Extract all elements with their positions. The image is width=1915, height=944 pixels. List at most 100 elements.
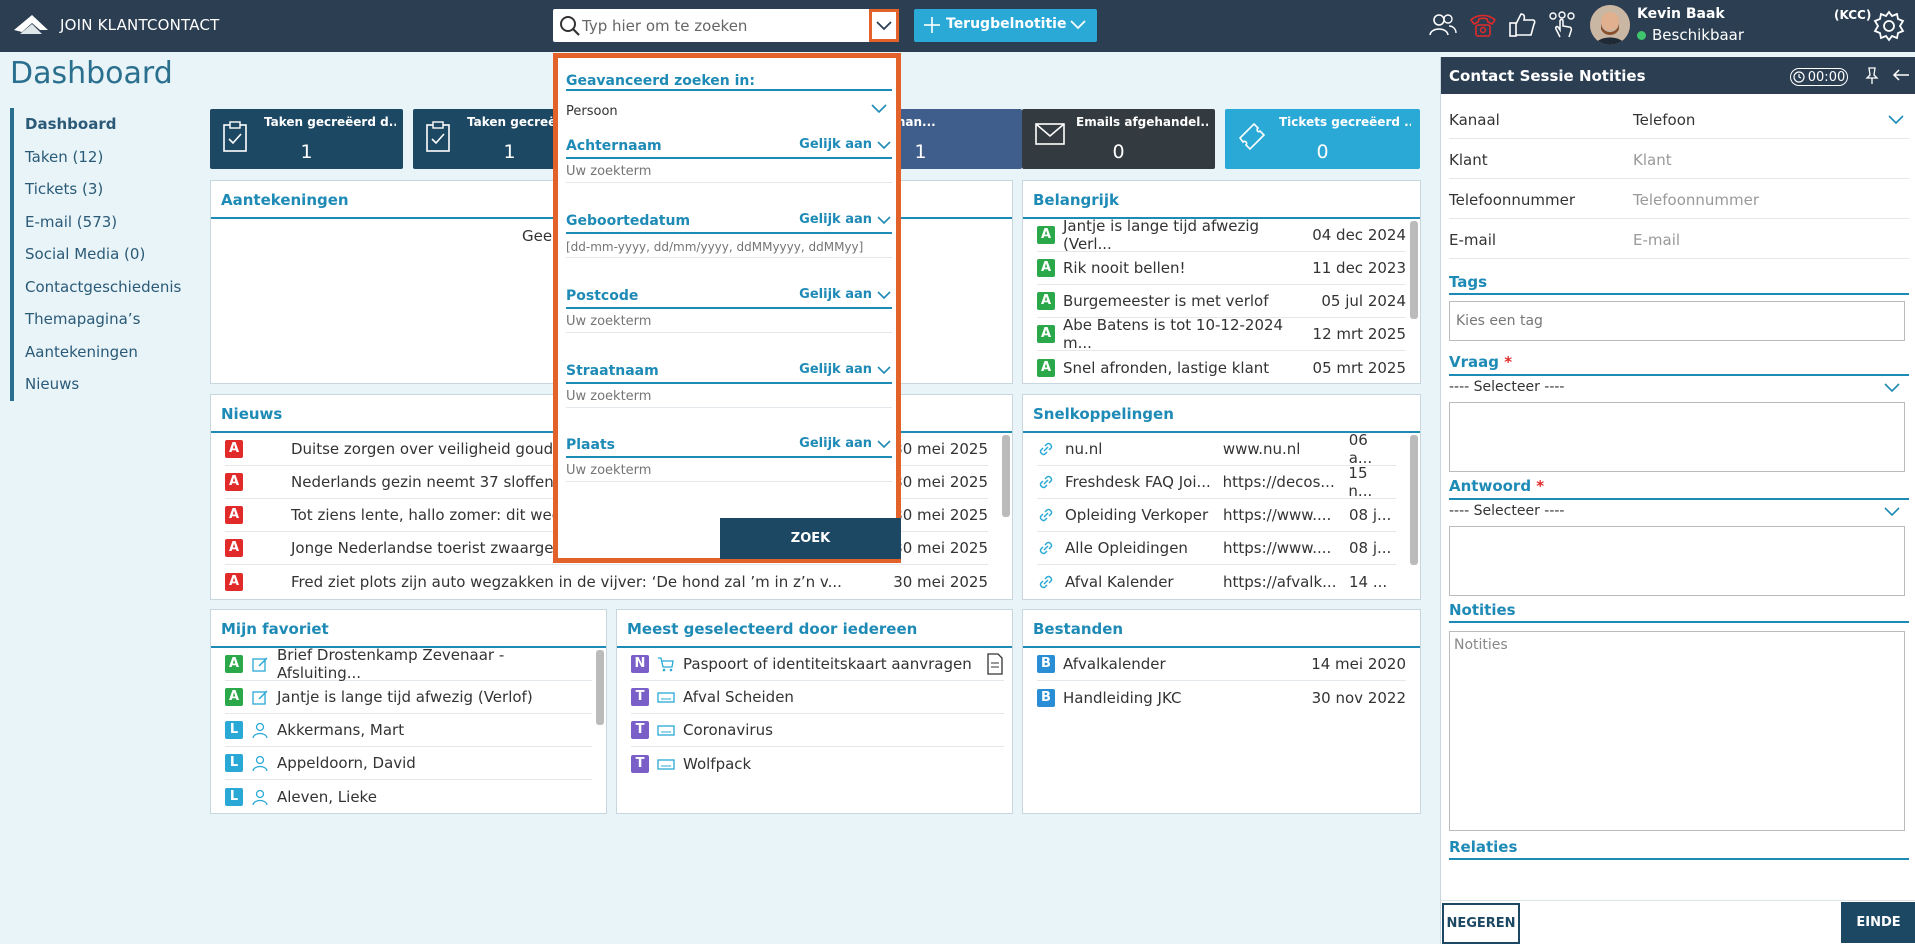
- nav-item-themapaginas[interactable]: Themapagina’s: [14, 303, 190, 336]
- nav-item-taken[interactable]: Taken (12): [14, 141, 190, 174]
- field-postcode: Postcode Gelijk aan: [566, 285, 892, 335]
- notities-textarea[interactable]: Notities: [1449, 631, 1905, 831]
- pointer-icon[interactable]: [1547, 10, 1577, 40]
- field-label: Klant: [1449, 151, 1488, 169]
- advanced-search-toggle[interactable]: [869, 9, 899, 42]
- antwoord-select[interactable]: ---- Selecteer ----: [1449, 503, 1905, 519]
- ignore-button[interactable]: NEGEREN: [1442, 903, 1520, 944]
- scrollbar[interactable]: [1002, 435, 1010, 517]
- straatnaam-input[interactable]: [566, 386, 892, 408]
- contacts-icon[interactable]: [1428, 10, 1458, 40]
- nav-item-email[interactable]: E-mail (573): [14, 206, 190, 239]
- thumbs-up-icon[interactable]: [1507, 10, 1537, 40]
- belangrijk-list: A Jantje is lange tijd afwezig (Verl... 04…: [1023, 217, 1420, 384]
- scrollbar[interactable]: [1410, 221, 1418, 319]
- list-item[interactable]: B Handleiding JKC 30 nov 2022: [1037, 681, 1406, 714]
- nav-item-dashboard[interactable]: Dashboard: [14, 108, 190, 141]
- vraag-textarea[interactable]: [1449, 402, 1905, 472]
- tags-input[interactable]: Kies een tag: [1449, 301, 1905, 341]
- kanaal-field[interactable]: Kanaal Telefoon: [1449, 99, 1909, 139]
- scrollbar[interactable]: [1410, 435, 1418, 565]
- item-title: Appeldoorn, David: [277, 754, 416, 772]
- field-geboortedatum: Geboortedatum Gelijk aan: [566, 210, 892, 260]
- postcode-input[interactable]: [566, 311, 892, 333]
- phone-icon[interactable]: [1468, 10, 1498, 40]
- chevron-down-icon: [1884, 383, 1900, 393]
- list-item[interactable]: A Jantje is lange tijd afwezig (Verl... 04…: [1037, 217, 1406, 253]
- item-title: Paspoort of identiteitskaart aanvragen: [683, 655, 972, 673]
- list-item[interactable]: T Coronavirus: [631, 714, 1004, 747]
- list-item[interactable]: nu.nl www.nu.nl 06 a...: [1037, 431, 1396, 467]
- list-item[interactable]: A Snel afronden, lastige klant 05 mrt 2025: [1037, 351, 1406, 384]
- end-button[interactable]: EINDE: [1841, 902, 1915, 943]
- operator-select[interactable]: Gelijk aan: [799, 287, 892, 302]
- list-item[interactable]: Opleiding Verkoper https://www.... 08 j...: [1037, 499, 1396, 532]
- user-avatar[interactable]: [1590, 5, 1630, 45]
- app-logo[interactable]: JOIN KLANTCONTACT: [12, 12, 219, 38]
- list-item[interactable]: A Brief Drostenkamp Zevenaar - Afsluiting…: [225, 646, 592, 682]
- nav-item-tickets[interactable]: Tickets (3): [14, 173, 190, 206]
- type-badge: A: [225, 655, 243, 673]
- search-input[interactable]: [582, 13, 862, 38]
- plaats-input[interactable]: [566, 460, 892, 482]
- gear-icon[interactable]: [1873, 10, 1905, 42]
- kpi-tile-tickets-created[interactable]: Tickets gecreëerd ... 0: [1225, 109, 1420, 169]
- chevron-down-icon: [1070, 20, 1086, 30]
- nav-item-contactgeschiedenis[interactable]: Contactgeschiedenis: [14, 271, 190, 304]
- timer-value: 00:00: [1807, 69, 1846, 85]
- list-item[interactable]: A Abe Batens is tot 10-12-2024 m... 12 mrt…: [1037, 316, 1406, 352]
- person-icon: [251, 721, 277, 739]
- item-url: https://decos...: [1222, 473, 1335, 491]
- operator-select[interactable]: Gelijk aan: [799, 362, 892, 377]
- kpi-tile-emails-handled[interactable]: Emails afgehandel... 0: [1022, 109, 1215, 169]
- list-item[interactable]: T Afval Scheiden: [631, 681, 1004, 714]
- list-item[interactable]: B Afvalkalender 14 mei 2020: [1037, 648, 1406, 681]
- list-item[interactable]: A Jantje is lange tijd afwezig (Verlof): [225, 681, 592, 714]
- list-item[interactable]: Afval Kalender https://afvalk... 14 ...: [1037, 565, 1396, 598]
- list-item[interactable]: T Wolfpack: [631, 747, 1004, 780]
- scrollbar[interactable]: [596, 650, 604, 725]
- email-field[interactable]: E-mail E-mail: [1449, 219, 1909, 259]
- item-title: Freshdesk FAQ Joi...: [1064, 473, 1211, 491]
- achternaam-input[interactable]: [566, 161, 892, 183]
- nav-item-aantekeningen[interactable]: Aantekeningen: [14, 336, 190, 369]
- list-item[interactable]: L Appeldoorn, David: [225, 747, 592, 780]
- search-submit-button[interactable]: ZOEK: [720, 518, 901, 559]
- pin-icon[interactable]: [1865, 67, 1879, 85]
- bestanden-list: B Afvalkalender 14 mei 2020 B Handleiding J…: [1023, 648, 1420, 714]
- klant-field[interactable]: Klant Klant: [1449, 139, 1909, 179]
- nav-item-nieuws[interactable]: Nieuws: [14, 368, 190, 401]
- document-icon[interactable]: [986, 653, 1004, 675]
- operator-select[interactable]: Gelijk aan: [799, 436, 892, 451]
- chevron-down-icon: [877, 439, 891, 448]
- operator-select[interactable]: Gelijk aan: [799, 212, 892, 227]
- antwoord-textarea[interactable]: [1449, 526, 1905, 596]
- vraag-select[interactable]: ---- Selecteer ----: [1449, 379, 1905, 395]
- antwoord-label-text: Antwoord: [1449, 477, 1532, 495]
- notities-placeholder: Notities: [1454, 637, 1508, 653]
- kpi-tile-tasks-created[interactable]: Taken gecreëerd d... 1: [210, 109, 403, 169]
- list-item[interactable]: A Burgemeester is met verlof 05 jul 2024: [1037, 285, 1406, 318]
- list-item[interactable]: A Fred ziet plots zijn auto wegzakken in …: [225, 565, 988, 598]
- telefoonnummer-field[interactable]: Telefoonnummer Telefoonnummer: [1449, 179, 1909, 219]
- list-item[interactable]: L Akkermans, Mart: [225, 714, 592, 747]
- list-item[interactable]: A Rik nooit bellen! 11 dec 2023: [1037, 252, 1406, 285]
- user-status[interactable]: Beschikbaar: [1637, 26, 1744, 44]
- nav-item-social-media[interactable]: Social Media (0): [14, 238, 190, 271]
- entity-select[interactable]: Persoon: [566, 100, 892, 124]
- geboortedatum-input[interactable]: [566, 236, 892, 258]
- list-item[interactable]: N Paspoort of identiteitskaart aanvragen: [631, 648, 1004, 681]
- callback-note-button[interactable]: Terugbelnotitie: [914, 9, 1097, 42]
- item-date: 05 jul 2024: [1321, 292, 1406, 310]
- list-item[interactable]: Freshdesk FAQ Joi... https://decos... 15 n…: [1037, 464, 1396, 500]
- type-badge: L: [225, 754, 243, 772]
- type-badge: T: [631, 754, 649, 773]
- arrow-left-icon[interactable]: [1892, 68, 1910, 82]
- list-item[interactable]: L Aleven, Lieke: [225, 780, 592, 813]
- operator-select[interactable]: Gelijk aan: [799, 137, 892, 152]
- item-title: Coronavirus: [683, 721, 773, 739]
- search-icon: [560, 16, 580, 36]
- divider: [566, 456, 892, 458]
- item-date: 30 mei 2025: [893, 539, 988, 557]
- list-item[interactable]: Alle Opleidingen https://www.... 08 j...: [1037, 532, 1396, 565]
